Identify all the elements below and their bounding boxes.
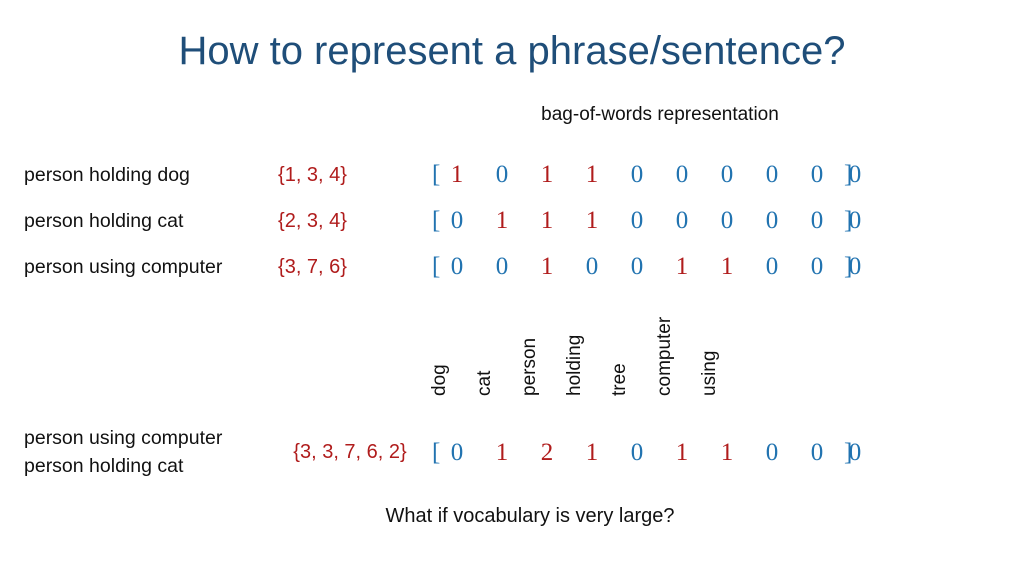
vector-cell: 1 — [495, 207, 509, 234]
vector-close-bracket: ] — [844, 161, 853, 188]
vector-cell: 0 — [675, 161, 689, 188]
vector-cell: 0 — [765, 439, 779, 466]
vocabulary-label: dog — [429, 364, 450, 396]
vocabulary-label: cat — [474, 370, 495, 396]
index-set: {3, 7, 6} — [278, 256, 347, 278]
vector-cell: 0 — [450, 439, 464, 466]
combined-phrase-line1: person using computer — [24, 427, 223, 449]
vector-cell: 1 — [540, 161, 554, 188]
vocabulary-label: holding — [564, 334, 585, 396]
vector-close-bracket: ] — [844, 439, 853, 466]
table-row: person using computer {3, 7, 6} [0 0 1 0 0 1 1 0 0… — [0, 252, 1024, 286]
index-set: {2, 3, 4} — [278, 210, 347, 232]
vector-cell: 0 — [810, 161, 824, 188]
vector-cell: 1 — [675, 439, 689, 466]
combined-sentence-row: person using computer person holding cat… — [0, 424, 1024, 484]
vector-cell: 1 — [585, 161, 599, 188]
vector-cell: 0 — [630, 439, 644, 466]
vector-cell: 0 — [810, 207, 824, 234]
vector-open-bracket: [ — [432, 207, 441, 234]
vector-close-bracket: ] — [844, 207, 853, 234]
vector-cell: 0 — [495, 161, 509, 188]
vector-open-bracket: [ — [432, 439, 441, 466]
vector-open-bracket: [ — [432, 253, 441, 280]
vector-cell: 0 — [675, 207, 689, 234]
vector-cell: 0 — [450, 207, 464, 234]
phrase-label: person using computer — [24, 256, 223, 278]
vector-cell: 0 — [630, 253, 644, 280]
vector-cell: 0 — [720, 207, 734, 234]
vector-open-bracket: [ — [432, 161, 441, 188]
vector-cell: 0 — [630, 207, 644, 234]
vector-cell: 0 — [765, 161, 779, 188]
vector-cell: 0 — [495, 253, 509, 280]
vector-cell: 0 — [810, 439, 824, 466]
vector-cell: 1 — [450, 161, 464, 188]
subtitle: bag-of-words representation — [0, 103, 1024, 127]
combined-phrase-line2: person holding cat — [24, 455, 184, 477]
vector-cell: 1 — [585, 207, 599, 234]
vector-cell: 1 — [720, 439, 734, 466]
table-row: person holding dog {1, 3, 4}[1 0 1 1 0 0 0 0 0 0] — [0, 160, 1024, 194]
vector-cell: 0 — [720, 161, 734, 188]
vector-cell: 1 — [540, 253, 554, 280]
vector-cell: 2 — [540, 439, 554, 466]
footer-question: What if vocabulary is very large? — [0, 502, 1024, 530]
index-set: {1, 3, 4} — [278, 164, 347, 186]
vocabulary-label: person — [519, 337, 540, 396]
vocabulary-label: computer — [654, 316, 675, 396]
vector-cell: 1 — [495, 439, 509, 466]
vector-cell: 0 — [765, 253, 779, 280]
vector-close-bracket: ] — [844, 253, 853, 280]
page-title: How to represent a phrase/sentence? — [178, 29, 846, 73]
vector-cell: 0 — [810, 253, 824, 280]
vector-cell: 1 — [540, 207, 554, 234]
subtitle-text: bag-of-words representation — [541, 104, 779, 125]
vocabulary-axis-labels: dog cat person holding tree computer using — [429, 296, 892, 396]
vector-cell: 0 — [585, 253, 599, 280]
table-row: person holding cat {2, 3, 4}[0 1 1 1 0 0 0 0 0 0] — [0, 206, 1024, 240]
combined-index-set: {3, 3, 7, 6, 2} — [293, 441, 407, 463]
vocabulary-label: using — [699, 350, 720, 396]
vector-cell: 1 — [720, 253, 734, 280]
vector-cell: 1 — [675, 253, 689, 280]
vector-cell: 0 — [765, 207, 779, 234]
phrase-label: person holding cat — [24, 210, 184, 232]
combined-phrase-label: person using computer person holding cat — [24, 424, 222, 480]
vocabulary-label: tree — [609, 363, 630, 396]
footer-question-text: What if vocabulary is very large? — [385, 505, 675, 527]
phrase-label: person holding dog — [24, 164, 190, 186]
vector-cell: 0 — [450, 253, 464, 280]
vector-cell: 0 — [630, 161, 644, 188]
vector-cell: 1 — [585, 439, 599, 466]
